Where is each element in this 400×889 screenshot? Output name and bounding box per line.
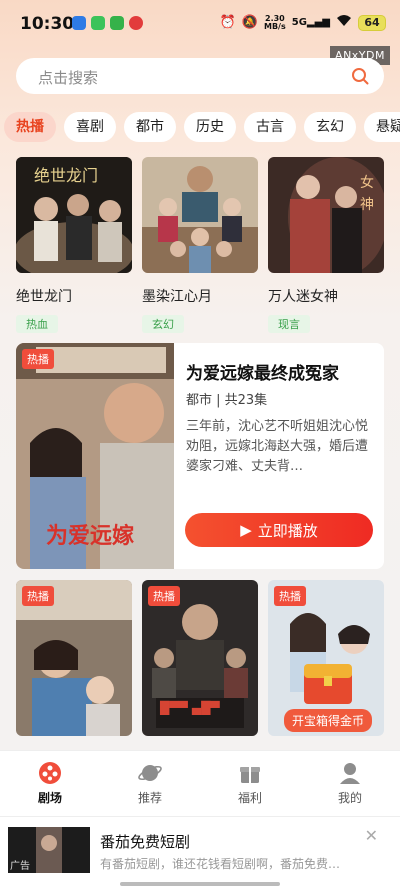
- profile-icon: [340, 763, 360, 784]
- play-button-label: 立即播放: [257, 521, 318, 540]
- planet-icon: [138, 765, 162, 781]
- home-indicator: [120, 882, 280, 886]
- wifi-icon: [336, 14, 352, 31]
- network-speed: 2.30 MB/s: [264, 13, 286, 31]
- drama-title: 绝世龙门: [16, 289, 72, 305]
- nav-recommend-label: 推荐: [137, 791, 162, 805]
- nav-benefits-label: 福利: [237, 791, 262, 805]
- drama-title: 墨染江心月: [142, 289, 212, 305]
- featured-drama[interactable]: 为爱远嫁 热播 为爱远嫁最终成冤家 都市 | 共23集 三年前，沈心艺不听姐姐沈…: [16, 343, 384, 569]
- svg-text:█▀▀ ▄█▀: █▀▀ ▄█▀: [159, 700, 220, 715]
- drama-card[interactable]: 绝世龙门 绝世龙门 热血: [16, 157, 132, 333]
- featured-description: 三年前，沈心艺不听姐姐沈心悦劝阻，远嫁北海赵大强，婚后遭婆家刁难、丈夫背…: [186, 419, 369, 474]
- system-icons: ⏰ 🔕 2.30 MB/s 5G▂▄▆ 64: [220, 14, 386, 31]
- tab-urban[interactable]: 都市: [124, 112, 176, 142]
- svg-text:神: 神: [360, 197, 374, 213]
- app-notification-icon: [72, 16, 86, 30]
- notification-icons: [72, 16, 143, 30]
- drama-title: 万人迷女神: [268, 289, 338, 305]
- search-bar[interactable]: 点击搜索: [16, 58, 384, 94]
- clock: 10:30: [20, 14, 75, 34]
- category-tabs: 热播 喜剧 都市 历史 古言 玄幻 悬疑: [4, 112, 400, 142]
- nav-theater-label: 剧场: [37, 791, 62, 805]
- drama-card[interactable]: 女 神 万人迷女神 现言: [268, 157, 384, 333]
- svg-text:女: 女: [360, 174, 374, 191]
- status-bar: 10:30 ⏰ 🔕 2.30 MB/s 5G▂▄▆ 64: [0, 0, 400, 48]
- drama-poster[interactable]: █▀▀ ▄█▀ 热播: [142, 580, 258, 736]
- search-icon[interactable]: [350, 66, 370, 86]
- play-now-button[interactable]: ▶ 立即播放: [185, 513, 373, 547]
- treasure-chest-reward-button[interactable]: 开宝箱得金币: [284, 709, 373, 732]
- search-placeholder: 点击搜索: [38, 69, 99, 87]
- nav-theater[interactable]: 剧场: [0, 751, 100, 816]
- nav-profile-label: 我的: [337, 791, 362, 805]
- tab-history[interactable]: 历史: [184, 112, 236, 142]
- tab-hot[interactable]: 热播: [4, 112, 56, 142]
- featured-title: 为爱远嫁最终成冤家: [186, 364, 339, 384]
- drama-poster[interactable]: 热播: [16, 580, 132, 736]
- nav-profile[interactable]: 我的: [300, 751, 400, 816]
- alarm-icon: ⏰: [219, 15, 236, 30]
- ad-label: 广告: [10, 861, 30, 872]
- svg-text:为爱远嫁: 为爱远嫁: [46, 523, 134, 549]
- tab-comedy[interactable]: 喜剧: [64, 112, 116, 142]
- ad-title: 番茄免费短剧: [100, 833, 191, 851]
- genre-tag: 热血: [16, 315, 58, 333]
- wechat-icon: [91, 16, 105, 30]
- drama-poster[interactable]: 绝世龙门: [16, 157, 132, 273]
- close-icon[interactable]: ✕: [365, 826, 378, 845]
- drama-card[interactable]: 墨染江心月 玄幻: [142, 157, 258, 333]
- signal-icon: 5G▂▄▆: [291, 17, 330, 28]
- hot-badge: 热播: [22, 349, 54, 369]
- featured-meta: 都市 | 共23集: [186, 393, 268, 408]
- hot-badge: 热播: [148, 586, 180, 606]
- ad-subtitle: 有番茄短剧，谁还花钱看短剧啊，番茄免费…: [100, 857, 341, 871]
- ad-thumbnail[interactable]: 广告: [8, 827, 90, 873]
- ad-banner[interactable]: 广告 番茄免费短剧 有番茄短剧，谁还花钱看短剧啊，番茄免费… ✕: [0, 816, 400, 889]
- netease-icon: [129, 16, 143, 30]
- nav-recommend[interactable]: 推荐: [100, 751, 200, 816]
- nav-benefits[interactable]: 福利: [200, 751, 300, 816]
- tab-suspense[interactable]: 悬疑: [364, 112, 400, 142]
- gift-icon: [240, 767, 260, 783]
- genre-tag: 玄幻: [142, 315, 184, 333]
- app-notification-icon: [110, 16, 124, 30]
- bottom-navigation: 剧场 推荐 福利 我的: [0, 750, 400, 816]
- hot-badge: 热播: [274, 586, 306, 606]
- drama-poster[interactable]: [142, 157, 258, 273]
- mute-icon: 🔕: [241, 15, 258, 30]
- theater-icon: [39, 762, 61, 784]
- genre-tag: 现言: [268, 315, 310, 333]
- svg-text:绝世龙门: 绝世龙门: [34, 166, 98, 185]
- play-icon: ▶: [240, 521, 252, 539]
- hot-badge: 热播: [22, 586, 54, 606]
- drama-poster[interactable]: 热播 开宝箱得金币: [268, 580, 384, 736]
- drama-poster[interactable]: 女 神: [268, 157, 384, 273]
- tab-fantasy[interactable]: 玄幻: [304, 112, 356, 142]
- battery-indicator: 64: [358, 14, 386, 31]
- featured-poster[interactable]: 为爱远嫁 热播: [16, 343, 174, 569]
- tab-ancient-romance[interactable]: 古言: [244, 112, 296, 142]
